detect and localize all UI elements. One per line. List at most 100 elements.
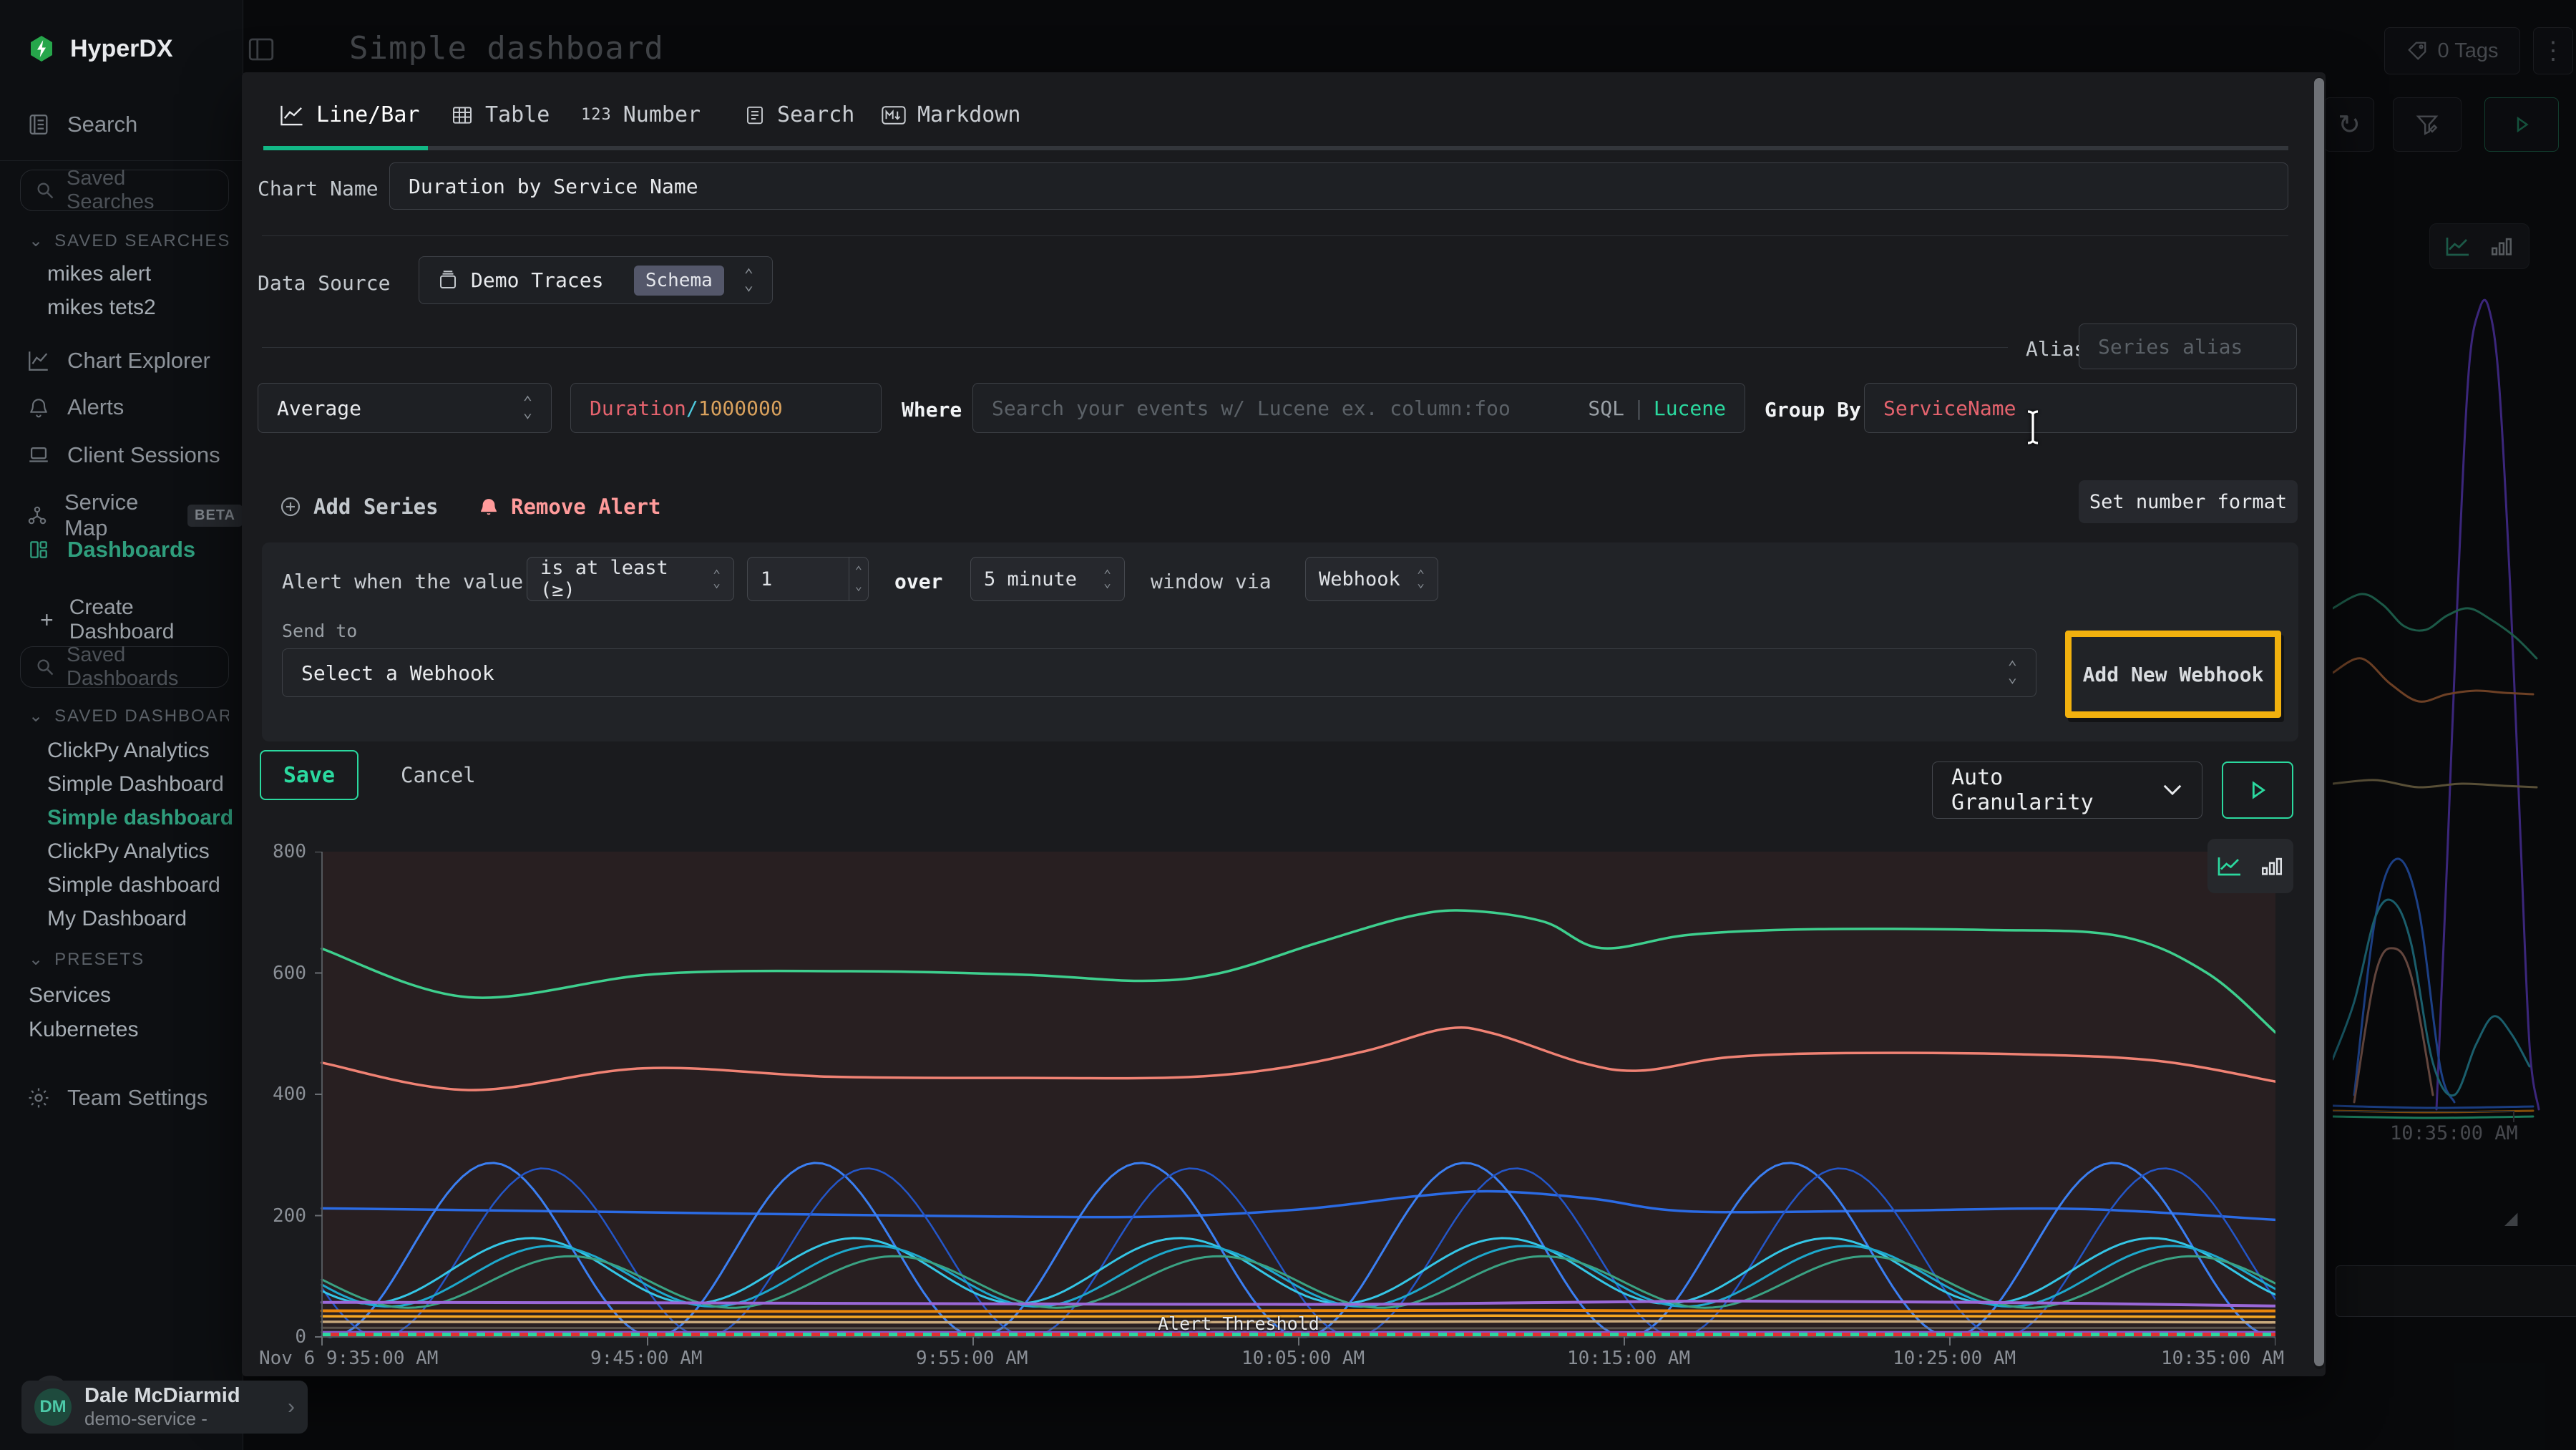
x-axis-tick-label: 10:15:00 AM	[1567, 1348, 1690, 1369]
series-alias-input[interactable]: Series alias	[2079, 323, 2297, 369]
modal-scrollbar-thumb[interactable]	[2314, 78, 2324, 1366]
sidebar: HyperDX Search Saved Searches ⌄ SAVED SE…	[0, 0, 243, 1450]
save-button[interactable]: Save	[260, 750, 358, 800]
preview-chart	[313, 852, 2275, 1347]
saved-searches-placeholder: Saved Searches	[67, 167, 214, 214]
y-axis-tick-label: 400	[228, 1084, 306, 1105]
user-menu[interactable]: DM Dale McDiarmid demo-service - ›	[21, 1381, 308, 1434]
sidebar-item-dashboards[interactable]: Dashboards	[26, 537, 195, 563]
select-chevrons-icon: ⌃⌄	[523, 398, 532, 417]
bell-icon	[26, 396, 52, 419]
where-search-input[interactable]: Search your events w/ Lucene ex. column:…	[972, 383, 1745, 433]
tab-line-bar[interactable]: Line/Bar	[279, 102, 420, 127]
granularity-select[interactable]: Auto Granularity	[1932, 762, 2202, 819]
x-axis-tick-label: 10:25:00 AM	[1893, 1348, 2016, 1369]
preset-item[interactable]: Kubernetes	[29, 1018, 138, 1042]
chart-name-input[interactable]: Duration by Service Name	[389, 162, 2288, 210]
group-by-label: Group By	[1765, 398, 1861, 422]
saved-dashboards-input[interactable]: Saved Dashboards	[20, 646, 229, 688]
data-source-label: Data Source	[258, 271, 390, 295]
sidebar-item-chart-explorer[interactable]: Chart Explorer	[26, 348, 210, 374]
chevron-down-icon	[2162, 783, 2183, 797]
chart-type-toggle[interactable]	[2207, 839, 2293, 893]
beta-badge: BETA	[187, 505, 243, 527]
tab-number[interactable]: 123 Number	[581, 102, 701, 127]
preset-item[interactable]: Services	[29, 983, 111, 1008]
alert-over-label: over	[894, 570, 942, 593]
plus-circle-icon	[279, 495, 302, 518]
chevron-down-icon: ⌄	[29, 706, 44, 726]
alert-condition-select[interactable]: is at least (≥) ⌃⌄	[527, 557, 734, 601]
service-map-icon	[26, 504, 49, 527]
chart-name-label: Chart Name	[258, 177, 379, 200]
play-icon	[2245, 778, 2270, 802]
field-expression-input[interactable]: Duration/1000000	[570, 383, 882, 433]
app-logo-text: HyperDX	[70, 35, 173, 63]
edit-chart-modal: Line/Bar Table 123 Number Search	[242, 72, 2326, 1376]
presets-header[interactable]: ⌄ PRESETS	[29, 949, 229, 970]
line-chart-icon	[279, 104, 305, 127]
app-logo[interactable]: HyperDX	[29, 31, 173, 66]
dashboard-list-item[interactable]: ClickPy Analytics	[47, 739, 210, 763]
alias-label: Alias	[2026, 337, 2086, 361]
table-icon	[451, 104, 474, 127]
x-axis-tick-label: 10:35:00 AM	[2161, 1348, 2284, 1369]
group-by-input[interactable]: ServiceName	[1864, 383, 2297, 433]
tab-table[interactable]: Table	[451, 102, 550, 127]
sidebar-item-alerts[interactable]: Alerts	[26, 394, 124, 420]
add-new-webhook-button[interactable]: Add New Webhook	[2065, 631, 2281, 718]
laptop-icon	[26, 443, 52, 467]
dashboard-list-item[interactable]: Simple dashboard	[47, 873, 220, 897]
saved-searches-input[interactable]: Saved Searches	[20, 170, 229, 211]
create-dashboard-button[interactable]: + Create Dashboard	[40, 595, 243, 644]
cancel-button[interactable]: Cancel	[401, 750, 476, 800]
alert-prefix-label: Alert when the value	[282, 570, 523, 593]
tab-markdown[interactable]: Markdown	[882, 102, 1021, 127]
user-name: Dale McDiarmid	[84, 1384, 240, 1408]
saved-searches-header[interactable]: ⌄ SAVED SEARCHES	[29, 230, 229, 251]
sql-toggle[interactable]: SQL	[1588, 396, 1624, 420]
chart-explorer-icon	[26, 349, 52, 373]
sidebar-item-team-settings[interactable]: Team Settings	[26, 1085, 208, 1111]
data-source-select[interactable]: Demo Traces Schema ⌃⌄	[419, 256, 773, 304]
set-number-format-button[interactable]: Set number format	[2079, 480, 2298, 523]
dashboard-list-item[interactable]: My Dashboard	[47, 907, 187, 931]
remove-alert-button[interactable]: Remove Alert	[478, 495, 661, 519]
bar-chart-icon	[2260, 855, 2284, 877]
webhook-select[interactable]: Select a Webhook ⌃⌄	[282, 648, 2036, 697]
tab-underline-track	[263, 146, 2288, 150]
dashboards-icon	[26, 538, 52, 561]
alert-window-select[interactable]: 5 minute ⌃⌄	[970, 557, 1125, 601]
dashboard-list-item[interactable]: ClickPy Analytics	[47, 840, 210, 864]
magnifier-icon	[35, 657, 55, 677]
series-orange-1	[322, 1310, 2275, 1312]
sidebar-item-label: Service Map	[64, 490, 172, 541]
aggregation-select[interactable]: Average ⌃⌄	[258, 383, 552, 433]
add-series-button[interactable]: Add Series	[279, 495, 439, 519]
alert-channel-select[interactable]: Webhook ⌃⌄	[1305, 557, 1438, 601]
sidebar-item-search[interactable]: Search	[26, 112, 137, 137]
alert-threshold-input[interactable]: 1 ⌃⌄	[747, 557, 869, 601]
markdown-icon	[882, 105, 906, 125]
saved-dashboards-header[interactable]: ⌄ SAVED DASHBOARDS	[29, 706, 229, 726]
dashboard-list-item[interactable]: Simple Dashboard	[47, 772, 224, 797]
tab-search[interactable]: Search	[744, 102, 854, 127]
number-spinner[interactable]: ⌃⌄	[849, 558, 868, 600]
active-tab-underline	[263, 146, 428, 150]
select-chevrons-icon: ⌃⌄	[2008, 663, 2017, 682]
section-divider	[262, 347, 2008, 348]
sidebar-item-service-map[interactable]: Service Map BETA	[26, 490, 243, 541]
sidebar-item-client-sessions[interactable]: Client Sessions	[26, 442, 220, 468]
sidebar-item-label: Alerts	[67, 394, 124, 420]
lucene-toggle[interactable]: Lucene	[1654, 396, 1726, 420]
y-axis-tick-label: 600	[228, 963, 306, 984]
saved-search-item[interactable]: mikes tets2	[47, 296, 156, 320]
saved-search-item[interactable]: mikes alert	[47, 262, 151, 286]
select-chevrons-icon: ⌃⌄	[1103, 571, 1111, 587]
plus-icon: +	[40, 607, 54, 633]
dashboard-list-item-active[interactable]: Simple dashboard	[47, 806, 233, 830]
line-chart-icon	[2217, 855, 2243, 877]
number-123-icon: 123	[581, 106, 612, 124]
saved-dashboards-placeholder: Saved Dashboards	[67, 643, 214, 691]
run-chart-button[interactable]	[2222, 762, 2293, 819]
